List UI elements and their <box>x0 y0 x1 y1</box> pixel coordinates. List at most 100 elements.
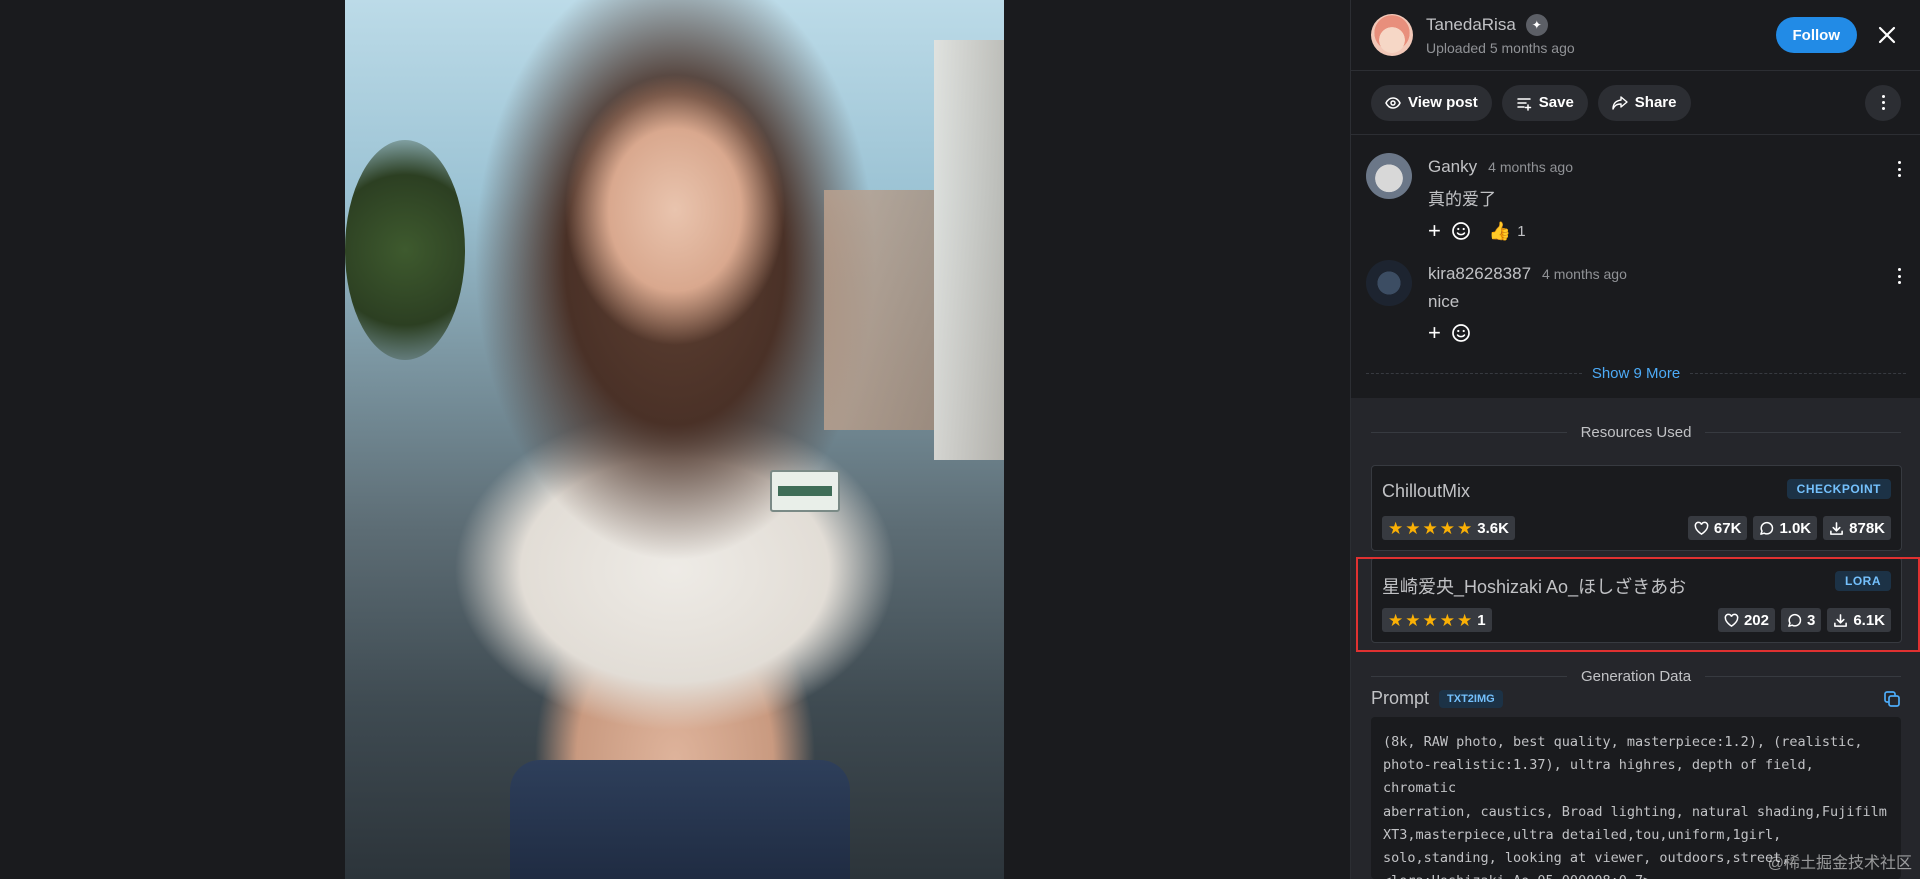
prompt-line: XT3,masterpiece,ultra detailed,tou,unifo… <box>1383 826 1782 843</box>
view-post-button[interactable]: View post <box>1371 84 1492 121</box>
image-shirt-badge <box>770 470 840 512</box>
star-icon: ★ <box>1439 518 1455 538</box>
rating-badge: ★ ★ ★ ★ ★ 3.6K <box>1382 516 1515 540</box>
comment-time: 4 months ago <box>1542 266 1627 282</box>
comment-author[interactable]: Ganky <box>1428 157 1477 177</box>
save-button[interactable]: Save <box>1501 84 1588 121</box>
heart-icon <box>1724 613 1739 627</box>
likes-count: 67K <box>1713 519 1742 537</box>
watermark: @稀土掘金技术社区 <box>1767 855 1912 872</box>
star-icon: ★ <box>1457 610 1473 630</box>
resource-name: ChilloutMix <box>1382 481 1471 501</box>
view-post-label: View post <box>1408 94 1478 111</box>
comments-badge: 1.0K <box>1753 516 1818 540</box>
star-rating: ★ ★ ★ ★ ★ <box>1388 612 1472 629</box>
username[interactable]: TanedaRisa <box>1426 15 1516 35</box>
comments-badge: 3 <box>1780 608 1822 632</box>
star-icon: ★ <box>1422 518 1438 538</box>
likes-badge: 202 <box>1717 608 1775 632</box>
share-label: Share <box>1634 94 1677 111</box>
save-label: Save <box>1538 94 1574 111</box>
resources-heading: Resources Used <box>1371 424 1902 441</box>
star-icon: ★ <box>1439 610 1455 630</box>
likes-badge: 67K <box>1687 516 1748 540</box>
resource-type-badge: CHECKPOINT <box>1786 479 1891 499</box>
comment-more-icon[interactable] <box>1895 268 1903 284</box>
rating-count: 3.6K <box>1477 519 1509 537</box>
star-icon: ★ <box>1388 518 1404 538</box>
image-viewer <box>0 0 1350 879</box>
generation-heading: Generation Data <box>1371 668 1902 685</box>
comment-author[interactable]: kira82628387 <box>1428 264 1531 284</box>
comment-avatar[interactable] <box>1366 153 1412 199</box>
resource-name: 星崎爱央_Hoshizaki Ao_ほしざきあお <box>1382 577 1687 597</box>
star-icon: ★ <box>1388 610 1404 630</box>
thumbs-up-icon: 👍 <box>1488 220 1512 241</box>
download-icon <box>1834 613 1848 627</box>
upload-time: Uploaded 5 months ago <box>1426 40 1575 56</box>
emoji-icon[interactable] <box>1451 221 1471 241</box>
detail-panel: TanedaRisa ✦ Uploaded 5 months ago Follo… <box>1350 0 1920 879</box>
star-icon: ★ <box>1422 610 1438 630</box>
image-building-blur <box>934 40 1004 460</box>
star-rating: ★ ★ ★ ★ ★ <box>1388 520 1472 537</box>
generated-image[interactable] <box>345 0 1004 879</box>
resource-type-badge: LORA <box>1835 571 1891 591</box>
downloads-badge: 6.1K <box>1827 608 1891 632</box>
comments-count: 3 <box>1806 611 1816 629</box>
user-info: TanedaRisa ✦ Uploaded 5 months ago <box>1426 14 1575 56</box>
comment-text: nice <box>1428 292 1460 311</box>
comment-icon <box>1760 521 1774 535</box>
more-options-icon[interactable] <box>1865 84 1901 121</box>
follow-button[interactable]: Follow <box>1775 17 1857 53</box>
star-icon: ★ <box>1405 610 1421 630</box>
share-button[interactable]: Share <box>1597 84 1691 121</box>
prompt-line: aberration, caustics, Broad lighting, na… <box>1383 803 1887 820</box>
resource-card-checkpoint[interactable]: ChilloutMix CHECKPOINT ★ ★ ★ ★ ★ 3.6K 67K 1.… <box>1371 465 1902 551</box>
heart-icon <box>1694 521 1709 535</box>
comment-time: 4 months ago <box>1488 159 1573 175</box>
downloads-badge: 878K <box>1823 516 1891 540</box>
prompt-line: photo-realistic:1.37), ultra highres, de… <box>1383 757 1814 797</box>
reaction-count: 1 <box>1517 222 1526 240</box>
prompt-line: (8k, RAW photo, best quality, masterpiec… <box>1383 734 1863 750</box>
post-header: TanedaRisa ✦ Uploaded 5 months ago Follo… <box>1351 0 1920 71</box>
post-actions: View post Save Share <box>1351 71 1920 135</box>
comment-more-icon[interactable] <box>1895 161 1903 177</box>
copy-icon[interactable] <box>1883 690 1901 708</box>
rating-count: 1 <box>1477 611 1486 629</box>
image-tree-blur <box>345 140 465 360</box>
avatar[interactable] <box>1371 14 1413 56</box>
resource-card-lora[interactable]: 星崎爱央_Hoshizaki Ao_ほしざきあお LORA ★ ★ ★ ★ ★ 1 20… <box>1371 557 1902 643</box>
show-more-row: Show 9 More <box>1366 365 1906 382</box>
rating-badge: ★ ★ ★ ★ ★ 1 <box>1382 608 1492 632</box>
comments-count: 1.0K <box>1779 519 1812 537</box>
image-shorts <box>510 760 850 879</box>
verified-badge-icon: ✦ <box>1525 14 1548 36</box>
download-icon <box>1830 521 1844 535</box>
downloads-count: 6.1K <box>1853 611 1885 629</box>
prompt-header: Prompt TXT2IMG <box>1371 688 1901 709</box>
eye-icon <box>1385 96 1401 109</box>
add-reaction-plus-icon[interactable]: + <box>1428 322 1441 344</box>
share-icon <box>1612 95 1628 110</box>
comment-avatar[interactable] <box>1366 260 1412 306</box>
image-building-blur-2 <box>824 190 934 430</box>
prompt-label: Prompt <box>1371 688 1430 708</box>
resources-title: Resources Used <box>1580 424 1692 441</box>
save-icon <box>1517 97 1531 111</box>
emoji-icon[interactable] <box>1451 323 1471 343</box>
add-reaction-plus-icon[interactable]: + <box>1428 220 1441 242</box>
downloads-count: 878K <box>1849 519 1885 537</box>
star-icon: ★ <box>1457 518 1473 538</box>
close-icon[interactable] <box>1873 21 1901 49</box>
prompt-type-badge: TXT2IMG <box>1439 689 1503 708</box>
star-icon: ★ <box>1405 518 1421 538</box>
comment-text: 真的爱了 <box>1428 190 1496 209</box>
generation-title: Generation Data <box>1580 668 1692 685</box>
thumbs-up-reaction[interactable]: 👍 1 <box>1489 221 1526 242</box>
show-more-comments-link[interactable]: Show 9 More <box>1592 365 1680 382</box>
comment-icon <box>1788 613 1802 627</box>
likes-count: 202 <box>1743 611 1769 629</box>
comments-section: Ganky 4 months ago 真的爱了 + 👍 1 kira826283… <box>1351 135 1920 398</box>
